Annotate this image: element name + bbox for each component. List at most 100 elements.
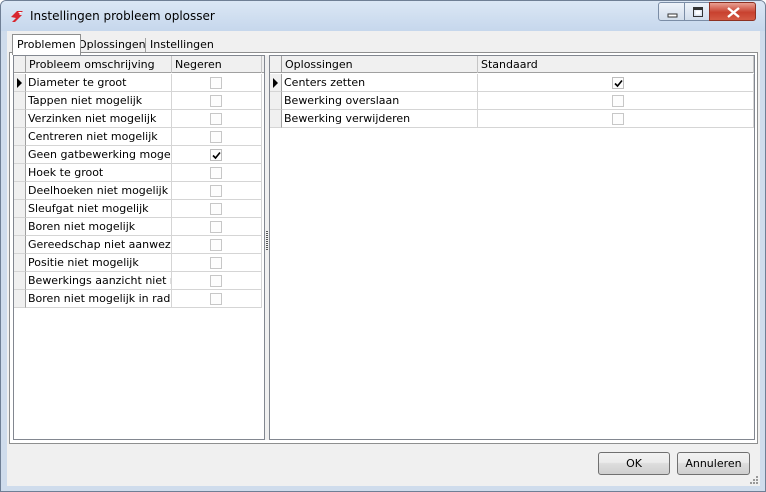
problem-checkbox[interactable]: [210, 257, 222, 269]
dialog-client: Problemen Oplossingen Instellingen Probl…: [7, 31, 760, 486]
tab-problemen[interactable]: Problemen: [12, 34, 81, 55]
problem-text-cell[interactable]: Deelhoeken niet mogelijk: [26, 182, 172, 200]
problem-row[interactable]: Gereedschap niet aanwezig: [14, 236, 264, 254]
solution-text-cell[interactable]: Bewerking overslaan: [282, 92, 478, 110]
problem-text-cell[interactable]: Boren niet mogelijk: [26, 218, 172, 236]
row-indicator[interactable]: [270, 110, 282, 128]
problem-text-cell[interactable]: Positie niet mogelijk: [26, 254, 172, 272]
problem-checkbox-cell[interactable]: [172, 236, 262, 254]
problem-text-cell[interactable]: Hoek te groot: [26, 164, 172, 182]
column-header-oplossingen[interactable]: Oplossingen: [282, 56, 478, 73]
minimize-button[interactable]: [658, 2, 685, 21]
title-bar[interactable]: Instellingen probleem oplosser: [1, 1, 765, 31]
problem-checkbox[interactable]: [210, 275, 222, 287]
row-indicator[interactable]: [14, 236, 26, 254]
row-indicator[interactable]: [14, 272, 26, 290]
problem-checkbox[interactable]: [210, 293, 222, 305]
problem-checkbox-cell[interactable]: [172, 110, 262, 128]
resize-grip-icon[interactable]: [749, 475, 759, 485]
splitter-grip: [266, 239, 268, 240]
solution-checkbox-cell[interactable]: [478, 92, 754, 110]
problem-text-cell[interactable]: Geen gatbewerking mogelijk: [26, 146, 172, 164]
problem-row[interactable]: Tappen niet mogelijk: [14, 92, 264, 110]
maximize-button[interactable]: [684, 2, 710, 21]
problem-checkbox-cell[interactable]: [172, 272, 262, 290]
row-indicator[interactable]: [14, 146, 26, 164]
problem-checkbox-cell[interactable]: [172, 290, 262, 308]
problem-checkbox-cell[interactable]: [172, 128, 262, 146]
cancel-button[interactable]: Annuleren: [677, 452, 750, 475]
row-indicator[interactable]: [270, 74, 282, 92]
problem-text-cell[interactable]: Gereedschap niet aanwezig: [26, 236, 172, 254]
problem-checkbox[interactable]: [210, 131, 222, 143]
solution-checkbox-cell[interactable]: [478, 110, 754, 128]
row-indicator[interactable]: [14, 110, 26, 128]
row-indicator[interactable]: [14, 74, 26, 92]
solution-row[interactable]: Centers zetten: [270, 74, 754, 92]
problem-checkbox-cell[interactable]: [172, 164, 262, 182]
splitter-grip: [266, 243, 268, 244]
problem-row[interactable]: Deelhoeken niet mogelijk: [14, 182, 264, 200]
solutions-grid-header: Oplossingen Standaard: [270, 56, 754, 73]
problem-text-cell[interactable]: Boren niet mogelijk in radius pi: [26, 290, 172, 308]
problem-checkbox[interactable]: [210, 77, 222, 89]
close-button[interactable]: [709, 2, 756, 21]
row-indicator[interactable]: [14, 200, 26, 218]
tab-panel-problemen: Probleem omschrijving Negeren Diameter t…: [9, 52, 758, 444]
row-indicator[interactable]: [14, 92, 26, 110]
problem-text-cell[interactable]: Bewerkings aanzicht niet moge: [26, 272, 172, 290]
row-indicator[interactable]: [14, 218, 26, 236]
problem-row[interactable]: Sleufgat niet mogelijk: [14, 200, 264, 218]
solution-checkbox-cell[interactable]: [478, 74, 754, 92]
solution-checkbox[interactable]: [612, 113, 624, 125]
splitter-grip: [266, 247, 268, 248]
problem-row[interactable]: Diameter te groot: [14, 74, 264, 92]
row-indicator[interactable]: [14, 254, 26, 272]
problem-text-cell[interactable]: Centreren niet mogelijk: [26, 128, 172, 146]
problem-checkbox[interactable]: [210, 239, 222, 251]
column-header-standaard[interactable]: Standaard: [478, 56, 754, 73]
problem-row[interactable]: Hoek te groot: [14, 164, 264, 182]
problem-checkbox-cell[interactable]: [172, 74, 262, 92]
problem-checkbox-cell[interactable]: [172, 218, 262, 236]
problem-checkbox[interactable]: [210, 113, 222, 125]
row-indicator[interactable]: [14, 128, 26, 146]
problem-checkbox[interactable]: [210, 149, 222, 161]
problem-checkbox-cell[interactable]: [172, 92, 262, 110]
ok-button[interactable]: OK: [598, 452, 670, 475]
checkmark-icon: [614, 79, 623, 88]
problem-row[interactable]: Boren niet mogelijk in radius pi: [14, 290, 264, 308]
problem-checkbox[interactable]: [210, 221, 222, 233]
problem-checkbox-cell[interactable]: [172, 182, 262, 200]
problem-checkbox-cell[interactable]: [172, 254, 262, 272]
problem-row[interactable]: Boren niet mogelijk: [14, 218, 264, 236]
problem-row[interactable]: Centreren niet mogelijk: [14, 128, 264, 146]
solution-text-cell[interactable]: Centers zetten: [282, 74, 478, 92]
row-indicator[interactable]: [14, 164, 26, 182]
solution-row[interactable]: Bewerking verwijderen: [270, 110, 754, 128]
column-header-negeren[interactable]: Negeren: [172, 56, 262, 73]
problem-checkbox[interactable]: [210, 167, 222, 179]
problem-checkbox-cell[interactable]: [172, 146, 262, 164]
window-title: Instellingen probleem oplosser: [30, 9, 215, 23]
solution-checkbox[interactable]: [612, 95, 624, 107]
problem-checkbox[interactable]: [210, 95, 222, 107]
problem-checkbox[interactable]: [210, 203, 222, 215]
problem-text-cell[interactable]: Verzinken niet mogelijk: [26, 110, 172, 128]
problem-row[interactable]: Verzinken niet mogelijk: [14, 110, 264, 128]
row-indicator[interactable]: [14, 182, 26, 200]
problem-text-cell[interactable]: Tappen niet mogelijk: [26, 92, 172, 110]
column-header-probleem[interactable]: Probleem omschrijving: [26, 56, 172, 73]
row-indicator[interactable]: [270, 92, 282, 110]
problem-text-cell[interactable]: Sleufgat niet mogelijk: [26, 200, 172, 218]
solution-checkbox[interactable]: [612, 77, 624, 89]
problem-row[interactable]: Positie niet mogelijk: [14, 254, 264, 272]
problem-row[interactable]: Geen gatbewerking mogelijk: [14, 146, 264, 164]
solution-text-cell[interactable]: Bewerking verwijderen: [282, 110, 478, 128]
solution-row[interactable]: Bewerking overslaan: [270, 92, 754, 110]
problem-checkbox-cell[interactable]: [172, 200, 262, 218]
problem-text-cell[interactable]: Diameter te groot: [26, 74, 172, 92]
problem-checkbox[interactable]: [210, 185, 222, 197]
row-indicator[interactable]: [14, 290, 26, 308]
problem-row[interactable]: Bewerkings aanzicht niet moge: [14, 272, 264, 290]
